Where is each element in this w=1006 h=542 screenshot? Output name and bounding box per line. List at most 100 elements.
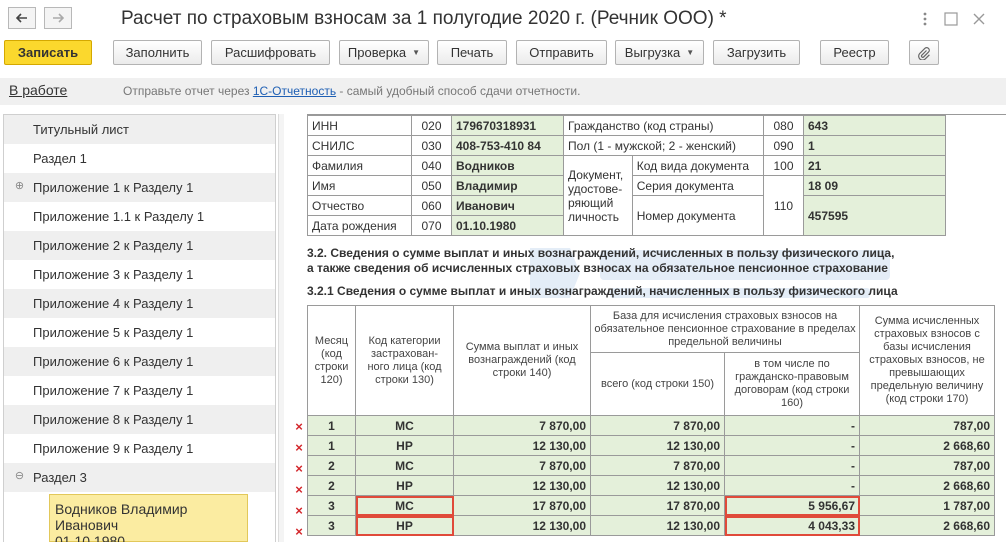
registry-button[interactable]: Реестр <box>820 40 889 65</box>
table-row[interactable]: 1 МС 7 870,00 7 870,00 - 787,00 <box>307 415 995 436</box>
sidebar-item-title-page[interactable]: Титульный лист <box>4 115 275 144</box>
collapse-icon[interactable]: ⊖ <box>14 471 25 482</box>
month-cell[interactable]: 2 <box>307 475 356 496</box>
table-row[interactable]: 1 НР 12 130,00 12 130,00 - 2 668,60 <box>307 435 995 456</box>
table-row[interactable]: 2 МС 7 870,00 7 870,00 - 787,00 <box>307 455 995 476</box>
sum-cell[interactable]: 7 870,00 <box>453 455 591 476</box>
export-button[interactable]: Выгрузка ▼ <box>615 40 704 65</box>
sidebar-item-app-8[interactable]: Приложение 8 к Разделу 1 <box>4 405 275 434</box>
print-button[interactable]: Печать <box>437 40 507 65</box>
contrib-cell[interactable]: 2 668,60 <box>859 515 995 536</box>
base-total-cell[interactable]: 12 130,00 <box>590 475 725 496</box>
sidebar-item-app-1-1[interactable]: Приложение 1.1 к Разделу 1 <box>4 202 275 231</box>
close-icon[interactable] <box>972 12 986 26</box>
sidebar-item-app-7[interactable]: Приложение 7 к Разделу 1 <box>4 376 275 405</box>
month-cell[interactable]: 3 <box>307 495 356 516</box>
base-total-cell[interactable]: 7 870,00 <box>590 415 725 436</box>
sidebar-item-app-4[interactable]: Приложение 4 к Разделу 1 <box>4 289 275 318</box>
doc-series-label: Серия документа <box>631 175 765 196</box>
base-total-cell[interactable]: 12 130,00 <box>590 435 725 456</box>
category-cell[interactable]: НР <box>355 475 454 496</box>
base-civil-cell[interactable]: - <box>724 455 860 476</box>
table-row[interactable]: 3 МС 17 870,00 17 870,00 5 956,67 1 787,… <box>307 495 995 516</box>
doc-type-field[interactable]: 21 <box>803 155 946 176</box>
delete-row-icon[interactable]: × <box>293 419 305 434</box>
expand-icon[interactable]: ⊕ <box>14 181 25 192</box>
forward-button[interactable] <box>44 7 72 29</box>
status-state-link[interactable]: В работе <box>9 82 67 98</box>
more-dots-icon[interactable] <box>918 12 932 26</box>
base-civil-cell-highlighted[interactable]: 4 043,33 <box>724 515 860 536</box>
sidebar-item-label: Приложение 4 к Разделу 1 <box>33 296 194 311</box>
base-civil-cell[interactable]: - <box>724 475 860 496</box>
category-cell[interactable]: МС <box>355 455 454 476</box>
inn-field[interactable]: 179670318931 <box>451 115 564 136</box>
decode-button[interactable]: Расшифровать <box>211 40 330 65</box>
sidebar-item-app-2[interactable]: Приложение 2 к Разделу 1 <box>4 231 275 260</box>
reporting-link[interactable]: 1С-Отчетность <box>253 84 336 98</box>
citizenship-field[interactable]: 643 <box>803 115 946 136</box>
sum-cell[interactable]: 12 130,00 <box>453 515 591 536</box>
delete-row-icon[interactable]: × <box>293 461 305 476</box>
panel-splitter[interactable] <box>278 114 284 542</box>
birthdate-field[interactable]: 01.10.1980 <box>451 215 564 236</box>
base-civil-cell-highlighted[interactable]: 5 956,67 <box>724 495 860 516</box>
sidebar-item-person-selected[interactable]: Водников Владимир Иванович 01.10.1980 <box>49 494 248 542</box>
contrib-cell[interactable]: 2 668,60 <box>859 435 995 456</box>
delete-row-icon[interactable]: × <box>293 524 305 539</box>
snils-field[interactable]: 408-753-410 84 <box>451 135 564 156</box>
sex-field[interactable]: 1 <box>803 135 946 156</box>
col-month-header: Месяц (код строки 120) <box>307 305 356 416</box>
patronymic-field[interactable]: Иванович <box>451 195 564 216</box>
patronymic-code: 060 <box>411 195 452 216</box>
sum-cell[interactable]: 17 870,00 <box>453 495 591 516</box>
delete-row-icon[interactable]: × <box>293 440 305 455</box>
sidebar-item-app-1[interactable]: ⊕ Приложение 1 к Разделу 1 <box>4 173 275 202</box>
sum-cell[interactable]: 12 130,00 <box>453 475 591 496</box>
sum-cell[interactable]: 12 130,00 <box>453 435 591 456</box>
base-total-cell[interactable]: 12 130,00 <box>590 515 725 536</box>
sidebar-item-app-9[interactable]: Приложение 9 к Разделу 1 <box>4 434 275 463</box>
contrib-cell[interactable]: 2 668,60 <box>859 475 995 496</box>
attach-button[interactable] <box>909 40 939 65</box>
month-cell[interactable]: 1 <box>307 435 356 456</box>
category-cell[interactable]: МС <box>355 415 454 436</box>
contrib-cell[interactable]: 787,00 <box>859 415 995 436</box>
delete-row-icon[interactable]: × <box>293 503 305 518</box>
title-bar: Расчет по страховым взносам за 1 полугод… <box>0 0 1006 38</box>
contrib-cell[interactable]: 787,00 <box>859 455 995 476</box>
contrib-cell[interactable]: 1 787,00 <box>859 495 995 516</box>
fill-button[interactable]: Заполнить <box>113 40 202 65</box>
sidebar-item-section-1[interactable]: Раздел 1 <box>4 144 275 173</box>
category-cell-highlighted[interactable]: НР <box>355 515 454 536</box>
name-field[interactable]: Владимир <box>451 175 564 196</box>
month-cell[interactable]: 3 <box>307 515 356 536</box>
surname-field[interactable]: Водников <box>451 155 564 176</box>
table-row[interactable]: 2 НР 12 130,00 12 130,00 - 2 668,60 <box>307 475 995 496</box>
doc-number-field[interactable]: 457595 <box>803 195 946 236</box>
category-cell-highlighted[interactable]: МС <box>355 495 454 516</box>
load-button[interactable]: Загрузить <box>713 40 800 65</box>
base-civil-cell[interactable]: - <box>724 435 860 456</box>
sidebar-item-app-3[interactable]: Приложение 3 к Разделу 1 <box>4 260 275 289</box>
table-row[interactable]: 3 НР 12 130,00 12 130,00 4 043,33 2 668,… <box>307 515 995 536</box>
base-total-cell[interactable]: 7 870,00 <box>590 455 725 476</box>
snils-label: СНИЛС <box>307 135 412 156</box>
month-cell[interactable]: 2 <box>307 455 356 476</box>
doc-series-field[interactable]: 18 09 <box>803 175 946 196</box>
base-civil-cell[interactable]: - <box>724 415 860 436</box>
send-button[interactable]: Отправить <box>516 40 607 65</box>
back-button[interactable] <box>8 7 36 29</box>
sidebar-item-app-6[interactable]: Приложение 6 к Разделу 1 <box>4 347 275 376</box>
sidebar-item-app-5[interactable]: Приложение 5 к Разделу 1 <box>4 318 275 347</box>
save-button[interactable]: Записать <box>4 40 92 65</box>
delete-row-icon[interactable]: × <box>293 482 305 497</box>
doc-type-code: 100 <box>763 155 804 176</box>
month-cell[interactable]: 1 <box>307 415 356 436</box>
check-button[interactable]: Проверка ▼ <box>339 40 429 65</box>
base-total-cell[interactable]: 17 870,00 <box>590 495 725 516</box>
sum-cell[interactable]: 7 870,00 <box>453 415 591 436</box>
sidebar-item-section-3[interactable]: ⊖ Раздел 3 <box>4 463 275 492</box>
window-restore-icon[interactable] <box>944 12 958 26</box>
category-cell[interactable]: НР <box>355 435 454 456</box>
